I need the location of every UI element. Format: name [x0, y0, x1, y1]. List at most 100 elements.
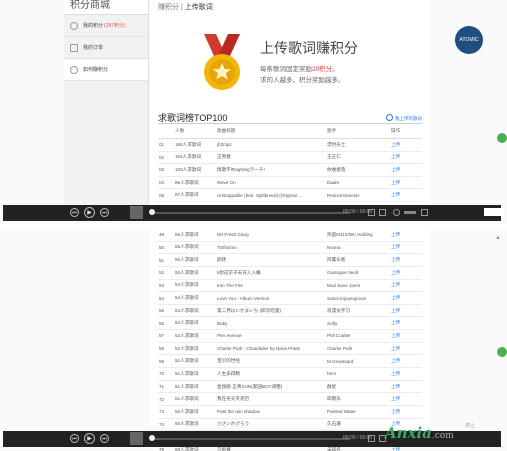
rank: 58: [158, 342, 174, 356]
upload-link[interactable]: 上传: [390, 392, 422, 406]
col-artist: 歌手: [326, 124, 390, 139]
play-button[interactable]: ▶: [84, 207, 95, 218]
upload-link[interactable]: 上传: [390, 253, 422, 267]
song-title: Past the rain shadow: [216, 405, 326, 419]
artist: 漂时乐士: [326, 138, 390, 152]
upload-link[interactable]: 上传: [390, 329, 422, 343]
upload-link[interactable]: 上传: [390, 266, 422, 280]
breadcrumb-current: 上传歌词: [184, 4, 213, 11]
watermark-suffix: .com: [431, 431, 454, 441]
rank: 70: [158, 367, 174, 381]
artist: 阿薰乐者: [326, 253, 390, 267]
points-count: (287积分): [104, 23, 126, 29]
request-count: 54人求歌词: [174, 291, 216, 305]
banner-line1-pre: 每条歌词固定奖励: [260, 66, 312, 73]
upload-link[interactable]: 上传: [390, 354, 422, 369]
side-float-icon[interactable]: [497, 347, 507, 357]
top-screenshot: 积分商城 我的积分 (287积分) 我的订单 如何赚积分 赚积分 | 上传歌词: [0, 0, 507, 224]
rank: 50: [158, 241, 174, 255]
table-row: 58 52人求歌词 Charlie Puth - Chandelier by Nan…: [158, 342, 422, 356]
rank: 55: [158, 304, 174, 318]
song-title: Baby: [216, 316, 326, 331]
table-row: 05 87人求歌词 Unstoppable (feat. Splitbreed) (…: [158, 188, 422, 202]
request-count: 55人求歌词: [174, 266, 216, 280]
play-button[interactable]: ▶: [84, 433, 95, 444]
progress-track[interactable]: [150, 212, 350, 214]
artist: 久石譲: [326, 418, 390, 432]
artist: 邱雨乐: [326, 392, 390, 406]
artist: Giuseppe Verdi: [326, 266, 390, 280]
request-count: 50人求歌词: [174, 405, 216, 419]
song-title: 小さいかげろう: [216, 418, 326, 432]
rank: 02: [158, 151, 174, 165]
settings-icon[interactable]: [368, 209, 375, 216]
prev-icon[interactable]: ⏮: [70, 434, 79, 443]
rank: 05: [158, 188, 174, 202]
progress-knob[interactable]: [149, 435, 155, 441]
song-title: 颜转: [216, 253, 326, 267]
request-count: 51人求歌词: [174, 367, 216, 381]
nav-item-my-points[interactable]: 我的积分 (287积分): [64, 15, 148, 37]
banner-line1-highlight: 20积分: [312, 66, 333, 73]
request-count: 53人求歌词: [174, 329, 216, 343]
video-thumbnail: [130, 432, 143, 445]
upload-link[interactable]: 上传: [390, 241, 422, 255]
request-count: 50人求歌词: [174, 418, 216, 432]
banner-line1-post: 。: [332, 66, 339, 73]
upload-link[interactable]: 上传: [390, 163, 422, 177]
upload-link[interactable]: 上传: [390, 138, 422, 152]
upload-link[interactable]: 上传: [390, 229, 422, 242]
upload-link[interactable]: 上传: [390, 342, 422, 356]
request-count: 55人求歌词: [174, 241, 216, 255]
fullscreen-icon[interactable]: [421, 209, 428, 216]
volume-slider[interactable]: [404, 211, 416, 214]
song-title: 情歌不lRaɡNlngラーチ!: [216, 163, 326, 177]
song-title: 第二界はいかまいち (即次吃版): [216, 304, 326, 318]
progress-track[interactable]: [150, 438, 350, 440]
upload-link[interactable]: 上传: [390, 380, 422, 394]
order-icon: [70, 43, 78, 52]
table-row: 74 50人求歌词 小さいかげろう 久石譲 上传: [158, 418, 422, 432]
upload-link[interactable]: 上传: [390, 405, 422, 419]
song-title: k想这京子去充入入睡: [216, 266, 326, 280]
upload-link[interactable]: 上传: [390, 291, 422, 305]
prev-icon[interactable]: ⏮: [70, 208, 79, 217]
request-count: 86人求歌词: [174, 176, 216, 190]
song-title: Love You - Album Version: [216, 291, 326, 305]
next-icon[interactable]: ⏭: [100, 434, 109, 443]
video-thumbnail: [130, 206, 143, 219]
breadcrumb-parent[interactable]: 赚积分: [158, 4, 179, 11]
main-content: 赚积分 | 上传歌词 上传歌词赚积分 每条歌词固定奖励20积分。 求的人越多，积…: [150, 0, 430, 215]
rank: 54: [158, 291, 174, 305]
upload-link[interactable]: 上传: [390, 316, 422, 331]
upload-link[interactable]: 上传: [390, 188, 422, 202]
request-count: 55人求歌词: [174, 229, 216, 242]
my-uploads-link[interactable]: 我上传的歌词: [386, 114, 422, 122]
nav-item-my-orders[interactable]: 我的订单: [64, 37, 148, 59]
scroll-up-icon[interactable]: ▲: [495, 235, 501, 241]
coin-icon: [70, 21, 78, 30]
video-player-bar: ⏮ ▶ ⏭ 00:00 / 00:00: [3, 205, 501, 221]
breadcrumb-separator: |: [180, 4, 183, 11]
progress-knob[interactable]: [149, 209, 155, 215]
upload-link[interactable]: 上传: [390, 304, 422, 318]
watermark-main: Anxia: [385, 424, 432, 442]
bottom-screenshot: 49 55人求歌词 MJ Fresh Gang 鸡蛋MJ10/MC Holding 上传…: [0, 229, 507, 451]
upload-link[interactable]: 上传: [390, 367, 422, 381]
upload-link[interactable]: 上传: [390, 151, 422, 165]
table-row: 51 55人求歌词 颜转 阿薰乐者 上传: [158, 253, 422, 267]
upload-link[interactable]: 上传: [390, 279, 422, 293]
next-icon[interactable]: ⏭: [100, 208, 109, 217]
screenshot-icon[interactable]: [379, 209, 386, 216]
side-float-icon[interactable]: [497, 133, 507, 143]
rank: 57: [158, 329, 174, 343]
settings-icon[interactable]: [368, 435, 375, 442]
banner-title: 上传歌词赚积分: [260, 40, 358, 56]
upload-link[interactable]: 上传: [390, 176, 422, 190]
rank: 51: [158, 253, 174, 267]
nav-item-label: 如何赚积分: [83, 67, 109, 73]
nav-item-earn-points[interactable]: 如何赚积分: [64, 59, 148, 81]
song-title: 金翅膀·正青SUN(家园BOY调整): [216, 380, 326, 394]
artist: Satoti Injoazapoom: [326, 291, 390, 305]
volume-icon[interactable]: [393, 209, 400, 216]
